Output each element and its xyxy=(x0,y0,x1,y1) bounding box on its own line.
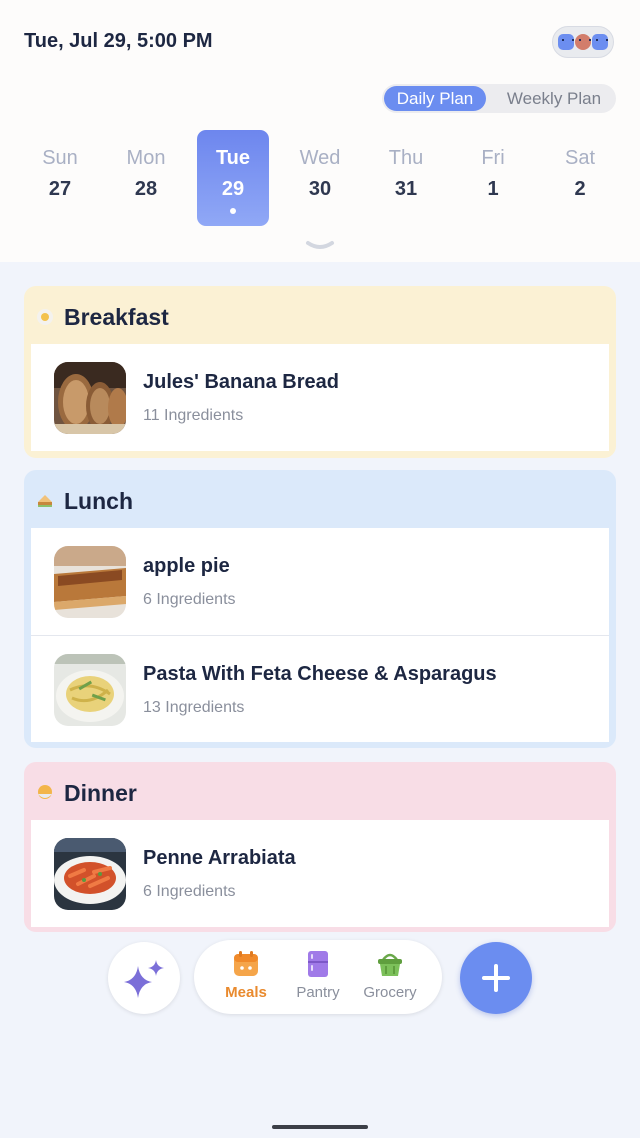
recipe-item[interactable]: Jules' Banana Bread 11 Ingredients xyxy=(31,344,609,451)
selected-dot xyxy=(230,208,236,214)
day-thu[interactable]: Thu 31 xyxy=(370,130,442,226)
plus-icon xyxy=(482,964,510,992)
day-date: 1 xyxy=(487,178,499,200)
meal-title: Breakfast xyxy=(64,303,169,330)
nav-pantry[interactable]: Pantry xyxy=(278,950,358,1001)
recipe-list: Penne Arrabiata 6 Ingredients xyxy=(31,820,609,927)
day-wed[interactable]: Wed 30 xyxy=(284,130,356,226)
meal-card-dinner: Dinner Penne Arrabiata 6 Ingredients xyxy=(24,762,616,932)
header-area: Tue, Jul 29, 5:00 PM Daily Plan Weekly P… xyxy=(0,0,640,262)
recipe-list: apple pie 6 Ingredients Pasta With Feta … xyxy=(31,528,609,742)
recipe-item[interactable]: Pasta With Feta Cheese & Asparagus 13 In… xyxy=(31,635,609,742)
day-tue[interactable]: Tue 29 xyxy=(197,130,269,226)
day-name: Wed xyxy=(299,147,341,169)
meal-title: Dinner xyxy=(64,779,137,806)
dinner-bowl-icon xyxy=(38,785,52,799)
meal-header[interactable]: Lunch xyxy=(36,486,133,516)
day-date: 30 xyxy=(308,178,332,200)
day-name: Tue xyxy=(215,147,251,169)
ai-sparkle-button[interactable] xyxy=(108,942,180,1014)
nav-grocery[interactable]: Grocery xyxy=(350,950,430,1001)
egg-icon xyxy=(37,309,53,325)
day-date: 27 xyxy=(48,178,72,200)
day-date: 28 xyxy=(134,178,158,200)
day-name: Sun xyxy=(42,147,78,169)
ingredient-count: 13 Ingredients xyxy=(143,699,245,716)
ingredient-count: 6 Ingredients xyxy=(143,883,236,900)
day-date: 2 xyxy=(574,178,586,200)
nav-label: Meals xyxy=(225,984,267,1001)
day-name: Thu xyxy=(388,147,424,169)
sandwich-icon xyxy=(38,495,52,507)
recipe-image xyxy=(54,654,126,726)
nav-meals[interactable]: Meals xyxy=(206,950,286,1001)
recipe-image xyxy=(54,362,126,434)
add-button[interactable] xyxy=(460,942,532,1014)
ingredient-count: 11 Ingredients xyxy=(143,407,244,424)
current-datetime: Tue, Jul 29, 5:00 PM xyxy=(24,30,213,52)
nav-label: Pantry xyxy=(296,984,340,1001)
weekly-plan-tab[interactable]: Weekly Plan xyxy=(494,86,614,111)
day-mon[interactable]: Mon 28 xyxy=(110,130,182,226)
ingredient-count: 6 Ingredients xyxy=(143,591,236,608)
recipe-name: Pasta With Feta Cheese & Asparagus xyxy=(143,663,497,685)
day-date: 29 xyxy=(221,178,245,200)
home-indicator[interactable] xyxy=(272,1125,368,1129)
daily-plan-tab[interactable]: Daily Plan xyxy=(384,86,486,111)
avatar xyxy=(575,34,591,50)
meal-card-lunch: Lunch apple pie 6 Ingredients Pasta With… xyxy=(24,470,616,748)
sparkle-icon xyxy=(124,960,164,998)
avatar xyxy=(558,34,574,50)
plan-toggle: Daily Plan Weekly Plan xyxy=(382,84,616,113)
bottom-nav: Meals Pantry Grocery xyxy=(194,940,442,1014)
chevron-down-icon[interactable] xyxy=(305,240,335,250)
basket-icon xyxy=(378,953,402,976)
day-name: Mon xyxy=(126,147,166,169)
family-avatars-icon[interactable] xyxy=(552,26,614,58)
meal-header[interactable]: Breakfast xyxy=(36,302,169,332)
recipe-name: Penne Arrabiata xyxy=(143,847,296,869)
recipe-image xyxy=(54,546,126,618)
meal-title: Lunch xyxy=(64,487,133,514)
calendar-icon xyxy=(234,951,258,976)
meal-header[interactable]: Dinner xyxy=(36,778,137,808)
day-name: Sat xyxy=(564,147,596,169)
day-fri[interactable]: Fri 1 xyxy=(457,130,529,226)
day-sun[interactable]: Sun 27 xyxy=(24,130,96,226)
avatar xyxy=(592,34,608,50)
day-name: Fri xyxy=(481,147,505,169)
recipe-item[interactable]: Penne Arrabiata 6 Ingredients xyxy=(31,820,609,927)
nav-label: Grocery xyxy=(363,984,417,1001)
meal-card-breakfast: Breakfast Jules' Banana Bread 11 Ingredi… xyxy=(24,286,616,458)
recipe-name: apple pie xyxy=(143,555,230,577)
recipe-list: Jules' Banana Bread 11 Ingredients xyxy=(31,344,609,451)
day-sat[interactable]: Sat 2 xyxy=(544,130,616,226)
recipe-name: Jules' Banana Bread xyxy=(143,371,339,393)
recipe-item[interactable]: apple pie 6 Ingredients xyxy=(31,528,609,635)
day-date: 31 xyxy=(394,178,418,200)
recipe-image xyxy=(54,838,126,910)
fridge-icon xyxy=(308,951,328,977)
